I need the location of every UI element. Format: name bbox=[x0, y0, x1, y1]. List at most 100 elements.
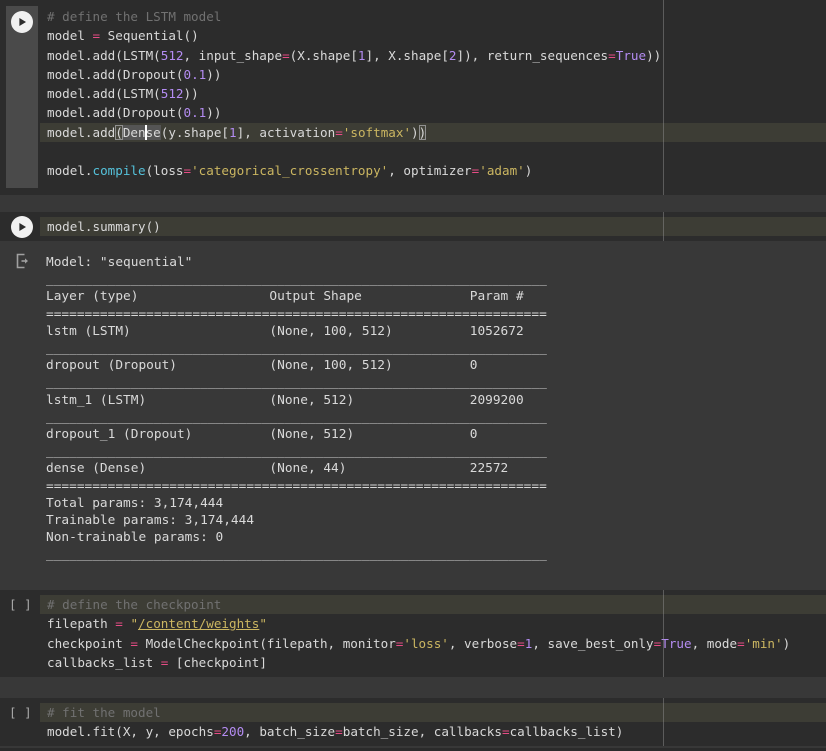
code-token-op: = bbox=[183, 163, 192, 179]
code-token-com: # define the checkpoint bbox=[47, 597, 222, 612]
code-token-def: callbacks_list bbox=[47, 654, 161, 670]
code-token-def: )) bbox=[183, 86, 199, 102]
code-cell-fit[interactable]: [ ] # fit the model model.fit(X, y, epoch… bbox=[0, 698, 826, 746]
code-token-def: , mode bbox=[691, 635, 738, 651]
code-token-num: 2 bbox=[448, 47, 457, 63]
notebook: # define the LSTM model model = Sequentia… bbox=[0, 0, 826, 751]
code-token-lnk: /content/weights bbox=[138, 616, 260, 632]
code-editor[interactable]: model.summary() bbox=[40, 212, 826, 241]
code-token-str: 'categorical_crossentropy' bbox=[191, 163, 389, 179]
code-token-def: , verbose bbox=[448, 635, 518, 651]
code-token-str: 'adam' bbox=[479, 163, 525, 179]
code-line[interactable]: callbacks_list = [checkpoint] bbox=[40, 653, 826, 672]
code-line[interactable]: model.add(Dropout(0.1)) bbox=[40, 65, 826, 84]
code-token-def: model.add(Dropout( bbox=[47, 66, 184, 82]
code-token-op: = bbox=[282, 47, 290, 63]
code-line[interactable]: model.add(LSTM(512, input_shape=(X.shape… bbox=[40, 46, 826, 65]
code-token-bi: compile bbox=[92, 163, 146, 179]
code-line[interactable]: # define the LSTM model bbox=[40, 7, 826, 26]
code-token-def: , save_best_only bbox=[532, 635, 654, 651]
code-token-num: 200 bbox=[221, 724, 245, 740]
focused-cell-rail bbox=[6, 6, 38, 188]
code-token-num: 1 bbox=[357, 47, 366, 63]
page-bottom-edge bbox=[0, 746, 826, 751]
code-token-kw: True bbox=[615, 47, 647, 63]
code-line[interactable]: # define the checkpoint bbox=[40, 595, 826, 615]
code-token-def: , optimizer bbox=[388, 163, 472, 179]
code-token-def: model.fit(X, y, epochs bbox=[47, 724, 214, 740]
output-indicator bbox=[12, 251, 32, 271]
code-token-op: = bbox=[115, 616, 123, 632]
code-token-com: # define the LSTM model bbox=[47, 9, 222, 24]
cell-gutter[interactable]: [ ] bbox=[0, 698, 40, 746]
code-editor[interactable]: # define the LSTM model model = Sequentia… bbox=[40, 0, 826, 195]
code-token-num: 1 bbox=[229, 124, 237, 140]
code-token-op: = bbox=[335, 124, 343, 140]
code-token-brk: ( bbox=[115, 124, 123, 140]
code-line[interactable]: model.fit(X, y, epochs=200, batch_size=b… bbox=[40, 722, 826, 741]
code-token-str: 'loss' bbox=[403, 635, 449, 651]
code-token-op: = bbox=[737, 635, 745, 651]
code-token-num: 0.1 bbox=[183, 66, 207, 82]
play-icon bbox=[19, 222, 27, 232]
code-cell-summary[interactable]: model.summary() bbox=[0, 212, 826, 241]
code-token-com: # fit the model bbox=[47, 705, 161, 720]
code-cell-define-model[interactable]: # define the LSTM model model = Sequentia… bbox=[0, 0, 826, 195]
code-token-def: , input_shape bbox=[183, 47, 283, 63]
code-token-def: ) bbox=[524, 163, 533, 179]
code-token-num: 0.1 bbox=[183, 105, 207, 121]
code-token-str: " bbox=[130, 616, 139, 632]
output-icon bbox=[16, 253, 28, 269]
code-editor[interactable]: # fit the model model.fit(X, y, epochs = 20… bbox=[40, 698, 826, 746]
code-token-def: Sequential() bbox=[100, 28, 199, 44]
model-summary-output: Model: "sequential" ____________________… bbox=[46, 255, 547, 563]
code-line[interactable]: model.compile(loss='categorical_crossent… bbox=[40, 161, 826, 180]
code-line[interactable]: checkpoint = ModelCheckpoint(filepath, m… bbox=[40, 634, 826, 653]
cell-output: Model: "sequential" ____________________… bbox=[0, 241, 826, 590]
code-token-def: model.add bbox=[47, 124, 116, 140]
code-token-def: [checkpoint] bbox=[168, 654, 267, 670]
run-cell-button[interactable] bbox=[11, 216, 33, 238]
code-token-def: callbacks_list) bbox=[509, 724, 624, 740]
code-line[interactable]: # fit the model bbox=[40, 703, 826, 723]
execution-count-placeholder[interactable]: [ ] bbox=[9, 595, 32, 614]
code-token-str: 'min' bbox=[744, 635, 783, 651]
code-line[interactable]: model.add(Dropout(0.1)) bbox=[40, 103, 826, 122]
cell-gutter[interactable] bbox=[0, 212, 40, 241]
code-line[interactable] bbox=[40, 142, 826, 161]
code-token-def: model.summary() bbox=[47, 219, 161, 234]
cell-gutter[interactable]: [ ] bbox=[0, 590, 40, 677]
code-token-def: filepath bbox=[47, 616, 116, 632]
code-editor[interactable]: # define the checkpoint filepath = "/cont… bbox=[40, 590, 826, 677]
code-token-def: (y.shape[ bbox=[160, 124, 230, 140]
code-line[interactable]: model.summary() bbox=[40, 217, 826, 237]
code-token-op: = bbox=[92, 28, 101, 44]
code-token-def: ModelCheckpoint(filepath, monitor bbox=[138, 635, 396, 651]
code-token-def: ]), return_sequences bbox=[456, 47, 609, 63]
code-line[interactable]: model.add(Dense(y.shape[1], activation='… bbox=[40, 122, 826, 143]
code-cell-checkpoint[interactable]: [ ] # define the checkpoint filepath = "/… bbox=[0, 590, 826, 677]
code-line[interactable]: model = Sequential() bbox=[40, 26, 826, 45]
execution-count-placeholder[interactable]: [ ] bbox=[9, 703, 32, 722]
code-token-op: = bbox=[130, 635, 138, 651]
code-token-str: 'softmax' bbox=[342, 124, 412, 140]
code-line[interactable]: filepath = "/content/weights" bbox=[40, 614, 826, 633]
play-icon bbox=[19, 17, 27, 27]
cell-gutter[interactable] bbox=[0, 0, 40, 195]
code-token-brk: ) bbox=[418, 124, 427, 140]
code-line[interactable]: model.add(LSTM(512)) bbox=[40, 84, 826, 103]
code-token-num: 512 bbox=[160, 86, 184, 102]
code-token-def: model.add(LSTM( bbox=[47, 86, 161, 102]
code-token-whl: Den bbox=[122, 124, 146, 140]
run-cell-button[interactable] bbox=[11, 11, 33, 33]
code-token-op: = bbox=[501, 724, 510, 740]
code-token-def: ) bbox=[782, 635, 791, 651]
code-token-op: = bbox=[608, 47, 616, 63]
code-token-def: batch_size, callbacks bbox=[342, 724, 502, 740]
code-token-op: = bbox=[335, 724, 343, 740]
code-token-def: model bbox=[47, 28, 93, 44]
code-token-str: " bbox=[259, 616, 267, 632]
code-token-def: , batch_size bbox=[244, 724, 336, 740]
code-token-def: checkpoint bbox=[47, 635, 131, 651]
code-token-op: = bbox=[517, 635, 525, 651]
